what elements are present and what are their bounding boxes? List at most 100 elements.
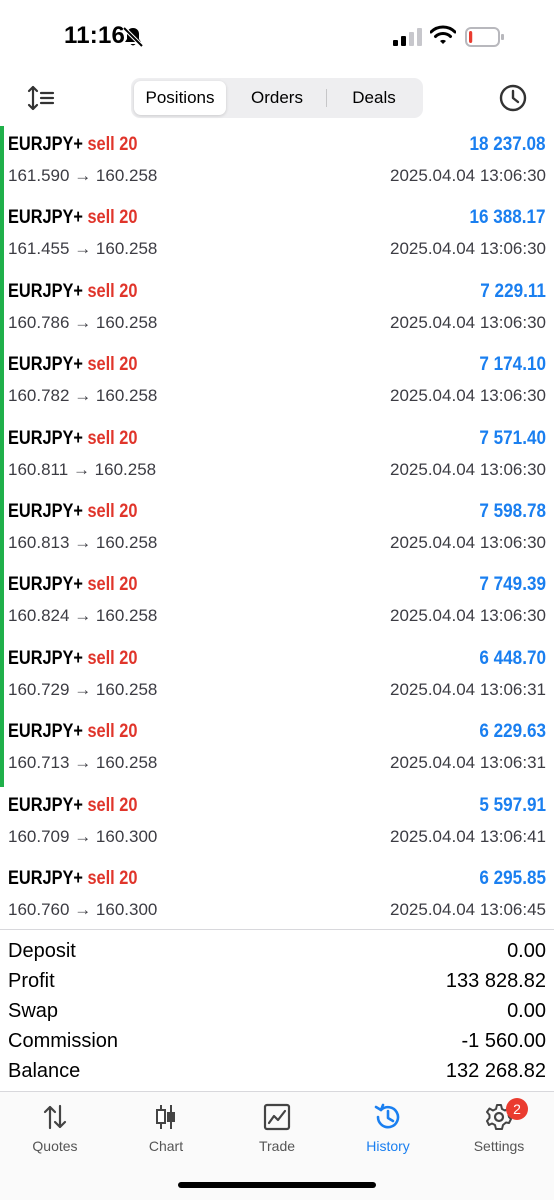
summary-value: 132 268.82 (445, 1060, 546, 1082)
position-row[interactable]: EURJPY+ sell 20 160.824 → 160.258 7 749.39… (0, 566, 554, 640)
open-price: 160.713 (8, 753, 70, 773)
tab-orders[interactable]: Orders (228, 81, 326, 115)
trade-side: sell 20 (87, 354, 138, 376)
position-symbol: EURJPY+ sell 20 (8, 134, 137, 156)
summary-row: Balance 132 268.82 (0, 1058, 554, 1088)
position-row[interactable]: EURJPY+ sell 20 161.455 → 160.258 16 388.1… (0, 199, 554, 273)
position-marker (0, 639, 4, 714)
position-prices: 160.824 → 160.258 (8, 606, 157, 626)
trade-side: sell 20 (87, 134, 138, 155)
symbol-name: EURJPY+ (8, 134, 83, 155)
trade-side: sell 20 (87, 500, 138, 522)
position-prices: 160.782 → 160.258 (8, 386, 157, 406)
position-marker (0, 492, 4, 567)
position-row[interactable]: EURJPY+ sell 20 160.813 → 160.258 7 598.78… (0, 492, 554, 567)
summary-label: Commission (8, 1030, 119, 1052)
position-prices: 161.590 → 160.258 (8, 166, 157, 186)
close-price: 160.258 (95, 312, 158, 332)
arrow-icon: → (74, 312, 92, 332)
tab-history[interactable]: History (333, 1102, 443, 1162)
tab-quotes[interactable]: Quotes (0, 1102, 110, 1162)
position-row[interactable]: EURJPY+ sell 20 160.729 → 160.258 6 448.70… (0, 639, 554, 714)
tab-positions[interactable]: Positions (134, 81, 226, 115)
wifi-icon (430, 25, 456, 44)
arrow-icon: → (74, 826, 92, 846)
position-row[interactable]: EURJPY+ sell 20 160.713 → 160.258 6 229.63… (0, 713, 554, 787)
position-marker (0, 272, 4, 347)
arrow-icon: → (74, 386, 92, 406)
position-row[interactable]: EURJPY+ sell 20 160.782 → 160.258 7 174.10… (0, 346, 554, 420)
position-marker (0, 126, 4, 200)
position-profit: 7 598.78 (479, 500, 546, 522)
position-profit: 6 295.85 (479, 867, 546, 889)
position-marker (0, 419, 4, 493)
symbol-name: EURJPY+ (8, 500, 83, 522)
position-prices: 160.813 → 160.258 (8, 533, 157, 553)
position-row[interactable]: EURJPY+ sell 20 160.709 → 160.300 5 597.91… (0, 787, 554, 860)
tab-deals[interactable]: Deals (328, 81, 420, 115)
position-symbol: EURJPY+ sell 20 (8, 574, 137, 596)
position-profit: 16 388.17 (469, 207, 546, 229)
position-row[interactable]: EURJPY+ sell 20 161.590 → 160.258 18 237.0… (0, 126, 554, 200)
divider (0, 929, 554, 930)
history-clock-icon (374, 1103, 400, 1129)
segmented-control: Positions Orders Deals (131, 78, 423, 118)
summary-panel: Deposit 0.00 Profit 133 828.82 Swap 0.00 Commi… (0, 938, 554, 1088)
symbol-name: EURJPY+ (8, 794, 83, 816)
summary-value: 0.00 (507, 1000, 546, 1022)
position-prices: 160.713 → 160.258 (8, 753, 157, 773)
tab-chart[interactable]: Chart (111, 1102, 221, 1162)
close-price: 160.258 (95, 386, 158, 406)
open-price: 160.824 (8, 606, 70, 626)
segment-divider (326, 89, 327, 107)
position-time: 2025.04.04 13:06:30 (390, 166, 546, 185)
position-profit: 7 174.10 (479, 354, 546, 376)
position-prices: 160.786 → 160.258 (8, 313, 157, 333)
position-symbol: EURJPY+ sell 20 (8, 648, 137, 670)
symbol-name: EURJPY+ (8, 427, 83, 449)
open-price: 160.782 (8, 386, 70, 406)
open-price: 160.729 (8, 679, 70, 699)
sort-icon[interactable] (26, 84, 56, 112)
position-symbol: EURJPY+ sell 20 (8, 721, 137, 743)
clock-icon[interactable] (498, 83, 528, 113)
position-profit: 7 571.40 (479, 427, 546, 449)
position-prices: 160.760 → 160.300 (8, 900, 157, 920)
trade-side: sell 20 (87, 721, 138, 743)
tab-trade[interactable]: Trade (222, 1102, 332, 1162)
tab-settings[interactable]: 2 Settings (444, 1098, 554, 1162)
trade-side: sell 20 (87, 794, 138, 816)
position-prices: 161.455 → 160.258 (8, 239, 157, 259)
close-price: 160.258 (95, 753, 158, 773)
tab-label: History (366, 1138, 410, 1154)
position-symbol: EURJPY+ sell 20 (8, 795, 137, 817)
open-price: 160.760 (8, 899, 70, 919)
arrow-icon: → (74, 532, 92, 552)
status-time: 11:16 (64, 22, 126, 49)
open-price: 160.786 (8, 312, 70, 332)
close-price: 160.258 (95, 166, 158, 185)
position-row[interactable]: EURJPY+ sell 20 160.760 → 160.300 6 295.85… (0, 860, 554, 933)
open-price: 161.590 (8, 166, 70, 185)
position-symbol: EURJPY+ sell 20 (8, 428, 137, 450)
symbol-name: EURJPY+ (8, 280, 83, 302)
position-row[interactable]: EURJPY+ sell 20 160.811 → 160.258 7 571.40… (0, 419, 554, 493)
close-price: 160.300 (95, 826, 158, 846)
position-symbol: EURJPY+ sell 20 (8, 501, 137, 523)
open-price: 160.811 (8, 459, 69, 479)
position-row[interactable]: EURJPY+ sell 20 160.786 → 160.258 7 229.11… (0, 272, 554, 347)
position-time: 2025.04.04 13:06:30 (390, 606, 546, 626)
position-marker (0, 199, 4, 273)
open-price: 161.455 (8, 239, 70, 259)
close-price: 160.300 (95, 899, 158, 919)
position-profit: 7 229.11 (480, 280, 546, 302)
summary-row: Commission -1 560.00 (0, 1028, 554, 1058)
cellular-signal-icon (393, 28, 422, 46)
position-time: 2025.04.04 13:06:31 (390, 753, 546, 773)
position-time: 2025.04.04 13:06:30 (390, 459, 546, 479)
battery-icon (465, 27, 504, 47)
trade-side: sell 20 (87, 280, 138, 302)
symbol-name: EURJPY+ (8, 574, 83, 596)
trade-side: sell 20 (87, 647, 138, 669)
position-symbol: EURJPY+ sell 20 (8, 281, 137, 303)
